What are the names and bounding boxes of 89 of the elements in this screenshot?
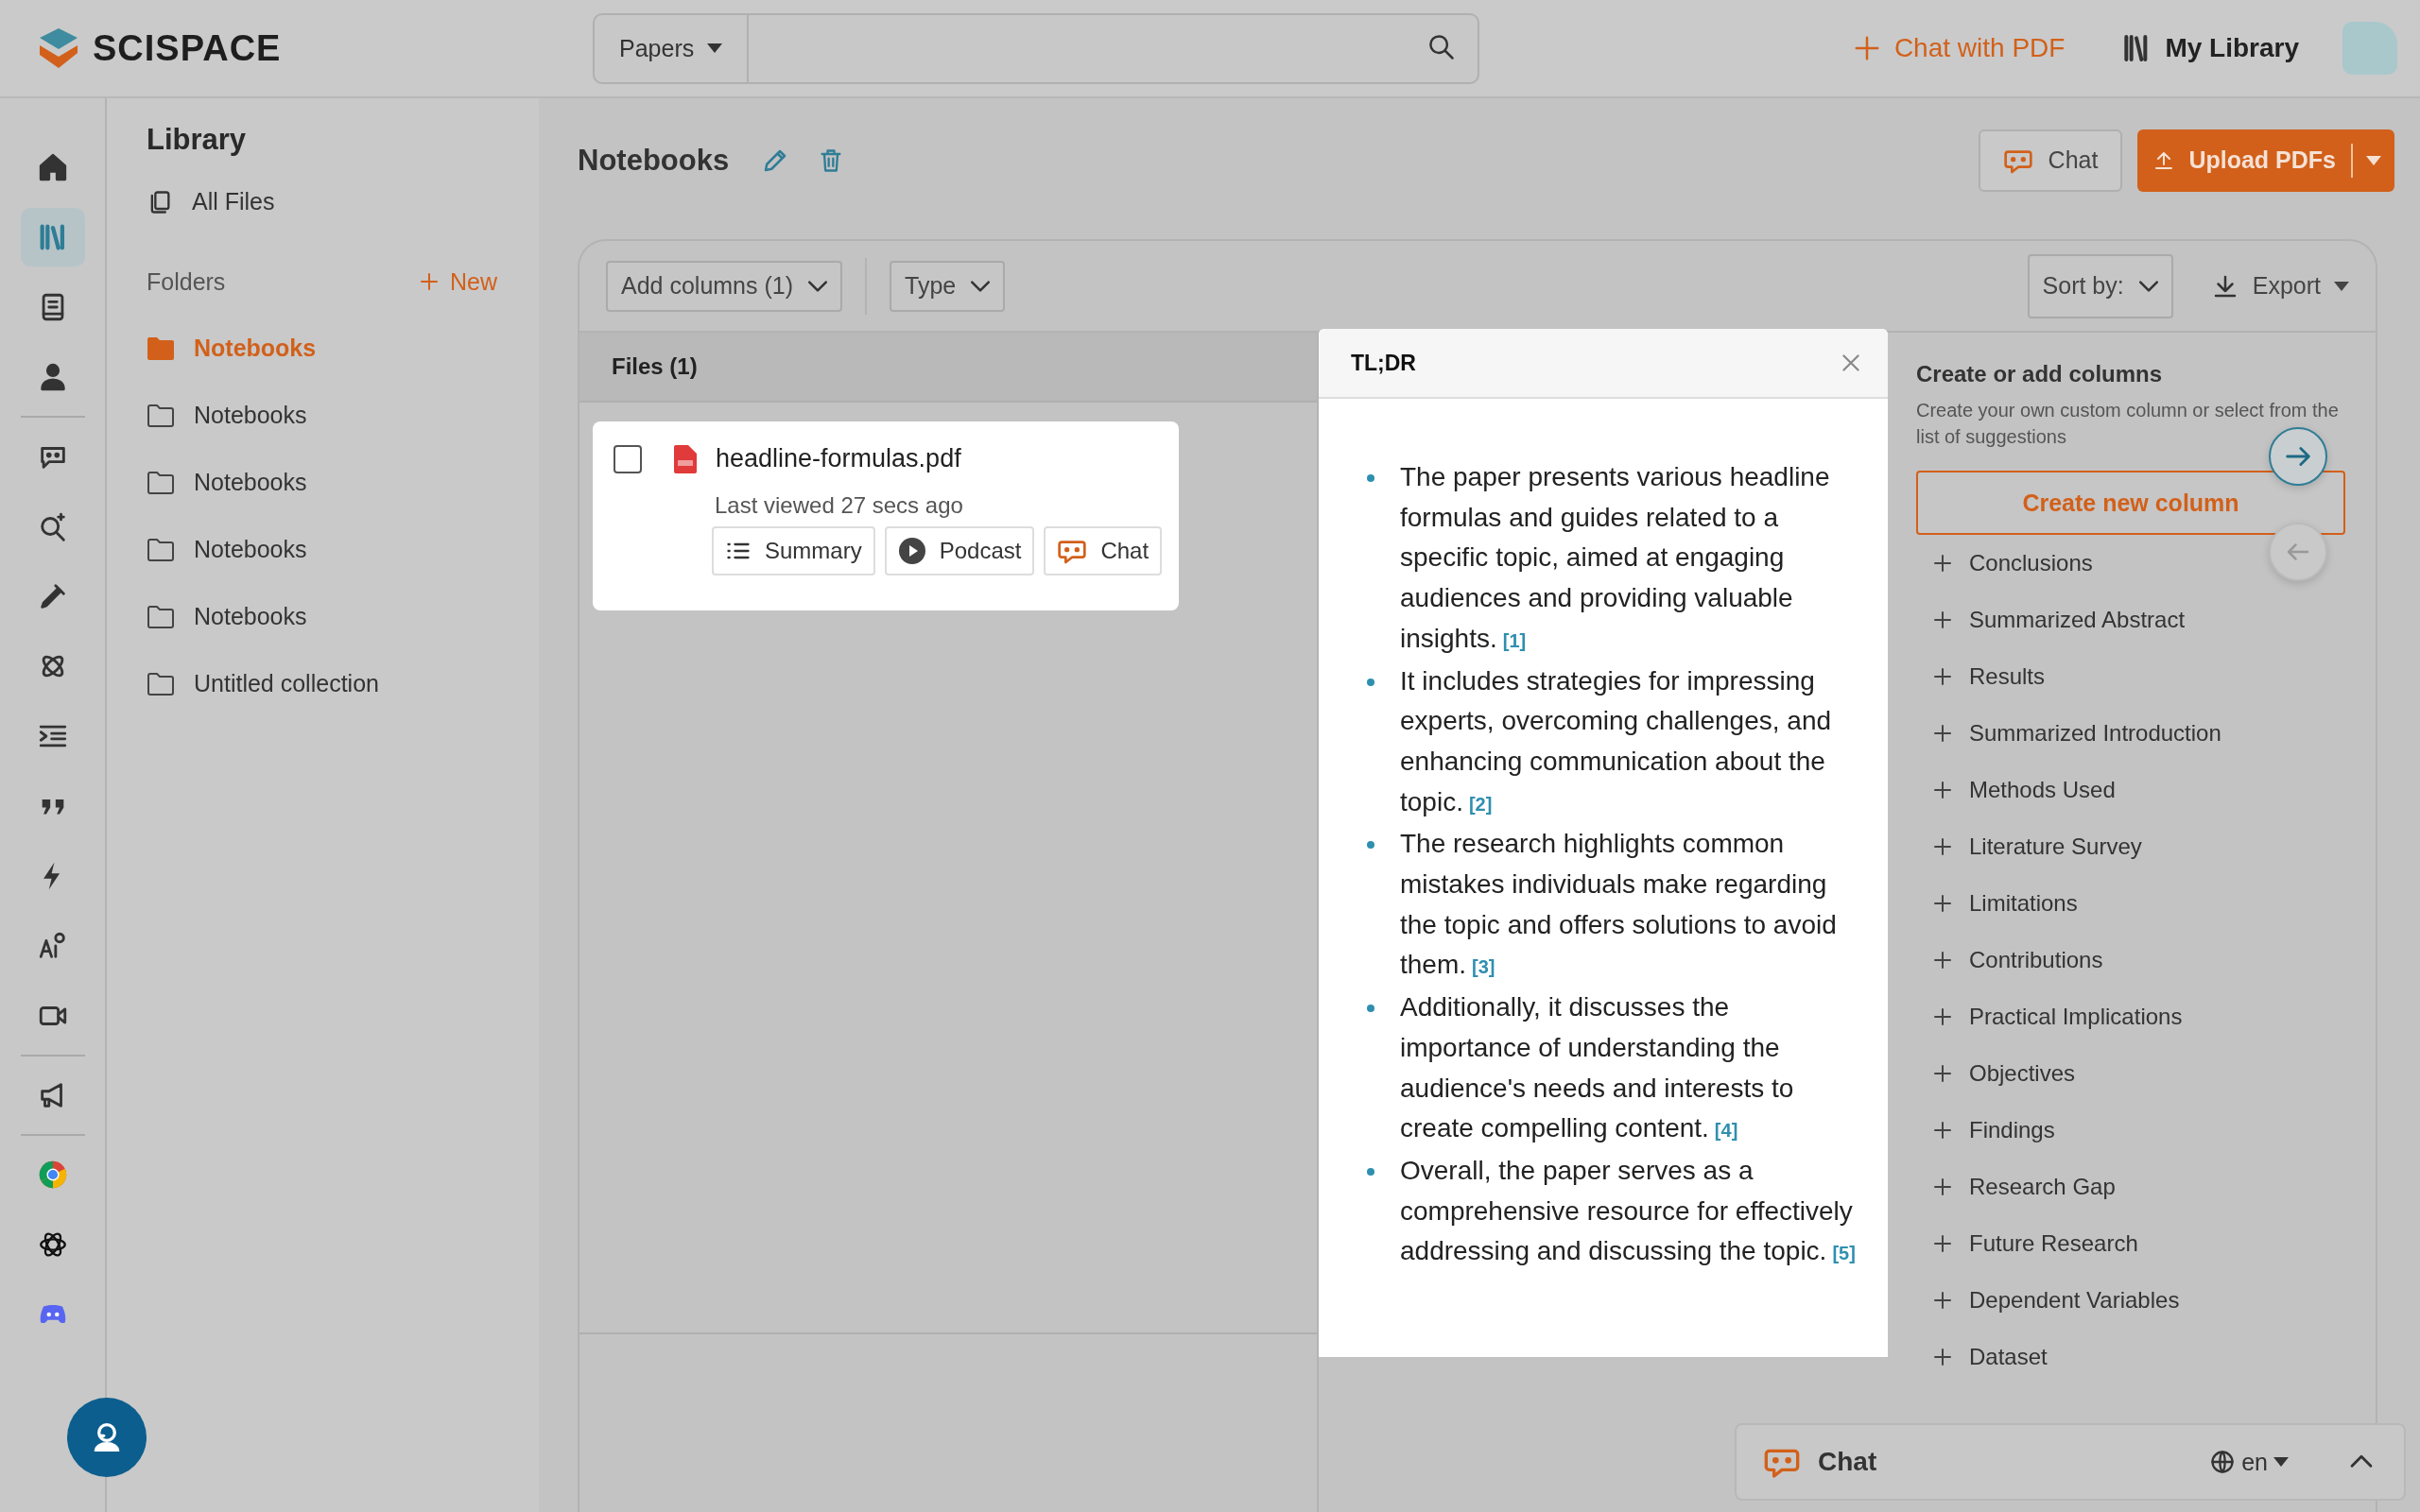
logo-text: SCISPACE <box>93 27 282 69</box>
plus-icon <box>1931 665 1954 688</box>
caret-icon <box>2334 281 2349 291</box>
file-action-button[interactable]: Chat <box>1044 526 1163 576</box>
folder-icon <box>147 403 175 428</box>
bullet-dot <box>1367 841 1374 850</box>
search-bar[interactable]: Papers <box>593 12 1479 84</box>
bullet-dot <box>1367 678 1374 686</box>
suggested-column-item[interactable]: Conclusions <box>1916 535 2349 592</box>
suggested-column-item[interactable]: Limitations <box>1916 875 2349 932</box>
summary-point: The research highlights common mistakes individuals make regarding the topic and offers solutions to avoid them. [3] <box>1400 829 1837 980</box>
my-library-link[interactable]: My Library <box>2116 32 2305 64</box>
scope-dropdown[interactable]: Papers <box>595 14 750 82</box>
suggestions-title: Create or add columns <box>1916 361 2164 387</box>
page-title: Notebooks <box>578 143 730 178</box>
caret-icon <box>2273 1457 2289 1467</box>
last-viewed-text: Last viewed 27 secs ago <box>715 492 964 519</box>
summary-point: It includes strategies for impressing experts, overcoming challenges, and enhancing communication about the topic. [2] <box>1400 665 1832 816</box>
logo-icon <box>38 26 79 70</box>
summary-point: The paper presents various headline formulas and guides related to a specific topic, aimed at engaging audiences and providing valuable insights. [1] <box>1400 462 1830 653</box>
bullet-dot <box>1367 1005 1374 1013</box>
suggested-column-item[interactable]: Results <box>1916 648 2349 705</box>
suggested-column-item[interactable]: Dataset <box>1916 1329 2349 1385</box>
plus-icon <box>1931 1005 1954 1028</box>
plus-icon <box>418 270 441 293</box>
plus-icon <box>1931 949 1954 971</box>
folder-item[interactable]: Notebooks <box>135 382 510 449</box>
folder-icon <box>147 470 175 495</box>
folders-label: Folders <box>147 267 226 296</box>
folder-item[interactable]: Notebooks <box>135 449 510 516</box>
file-name[interactable]: headline-formulas.pdf <box>716 444 961 473</box>
files-column-header: Files (1) <box>579 333 1317 403</box>
plus-icon <box>1931 1346 1954 1368</box>
folder-icon <box>147 537 175 562</box>
chevron-down-icon <box>971 280 991 292</box>
bullet-dot <box>1367 1167 1374 1176</box>
chevron-down-icon <box>2138 280 2158 292</box>
suggested-column-item[interactable]: Summarized Abstract <box>1916 592 2349 648</box>
plus-icon <box>1931 835 1954 858</box>
plus-icon <box>1931 779 1954 801</box>
folder-icon <box>147 604 175 629</box>
chevron-down-icon <box>808 280 828 292</box>
checkbox[interactable] <box>614 444 642 473</box>
sort-dropdown[interactable]: Sort by: <box>2027 253 2173 318</box>
suggested-column-item[interactable]: Findings <box>1916 1102 2349 1159</box>
suggested-column-item[interactable]: Objectives <box>1916 1045 2349 1102</box>
plus-icon <box>1931 552 1954 575</box>
summary-point: Additionally, it discusses the importance of understanding the audience's needs and interests to create compelling content. [4] <box>1400 992 1794 1143</box>
plus-icon <box>1931 1232 1954 1255</box>
suggested-column-item[interactable]: Dependent Variables <box>1916 1272 2349 1329</box>
export-button[interactable]: Export <box>2204 270 2355 301</box>
globe-icon <box>2209 1449 2237 1475</box>
folder-item[interactable]: Notebooks <box>135 583 510 650</box>
suggested-column-item[interactable]: Research Gap <box>1916 1159 2349 1215</box>
plus-icon <box>1931 722 1954 745</box>
search-icon <box>1426 32 1455 60</box>
file-action-button[interactable]: Podcast <box>884 526 1035 576</box>
folder-item[interactable]: Notebooks <box>135 516 510 583</box>
bullet-dot <box>1367 474 1374 482</box>
folder-item[interactable]: Untitled collection <box>135 650 510 717</box>
chat-button[interactable]: Chat <box>1978 129 2123 192</box>
library-title: Library <box>147 123 248 157</box>
language-dropdown[interactable]: en <box>2204 1447 2294 1477</box>
type-filter-dropdown[interactable]: Type <box>890 260 1006 312</box>
play-icon <box>897 537 926 565</box>
plus-icon <box>1931 609 1954 631</box>
folder-icon <box>147 671 175 696</box>
file-action-button[interactable]: Summary <box>712 526 875 576</box>
caret-icon <box>707 43 723 53</box>
chat-bar-label: Chat <box>1818 1447 1878 1477</box>
suggestions-description: Create your own custom column or select from the list of suggestions <box>1916 399 2340 449</box>
suggested-column-item[interactable]: Contributions <box>1916 932 2349 988</box>
suggested-column-item[interactable]: Methods Used <box>1916 762 2349 818</box>
plus-icon <box>1931 1119 1954 1142</box>
summary-point: Overall, the paper serves as a comprehensive resource for effectively addressing and discussing the topic. [5] <box>1400 1155 1856 1266</box>
all-files-link[interactable]: All Files <box>135 168 510 235</box>
pdf-file-icon <box>674 444 697 473</box>
folder-icon <box>147 335 175 361</box>
suggested-column-item[interactable]: Summarized Introduction <box>1916 705 2349 762</box>
add-columns-dropdown[interactable]: Add columns (1) <box>606 260 843 312</box>
suggested-column-item[interactable]: Practical Implications <box>1916 988 2349 1045</box>
plus-icon <box>1931 1176 1954 1198</box>
caret-icon <box>2366 155 2381 165</box>
tldr-title: TL;DR <box>1351 350 1416 376</box>
suggested-column-item[interactable]: Literature Survey <box>1916 818 2349 875</box>
plus-icon <box>1931 1062 1954 1085</box>
plus-icon <box>1931 892 1954 915</box>
plus-icon <box>1931 1289 1954 1312</box>
suggested-column-item[interactable]: Future Research <box>1916 1215 2349 1272</box>
